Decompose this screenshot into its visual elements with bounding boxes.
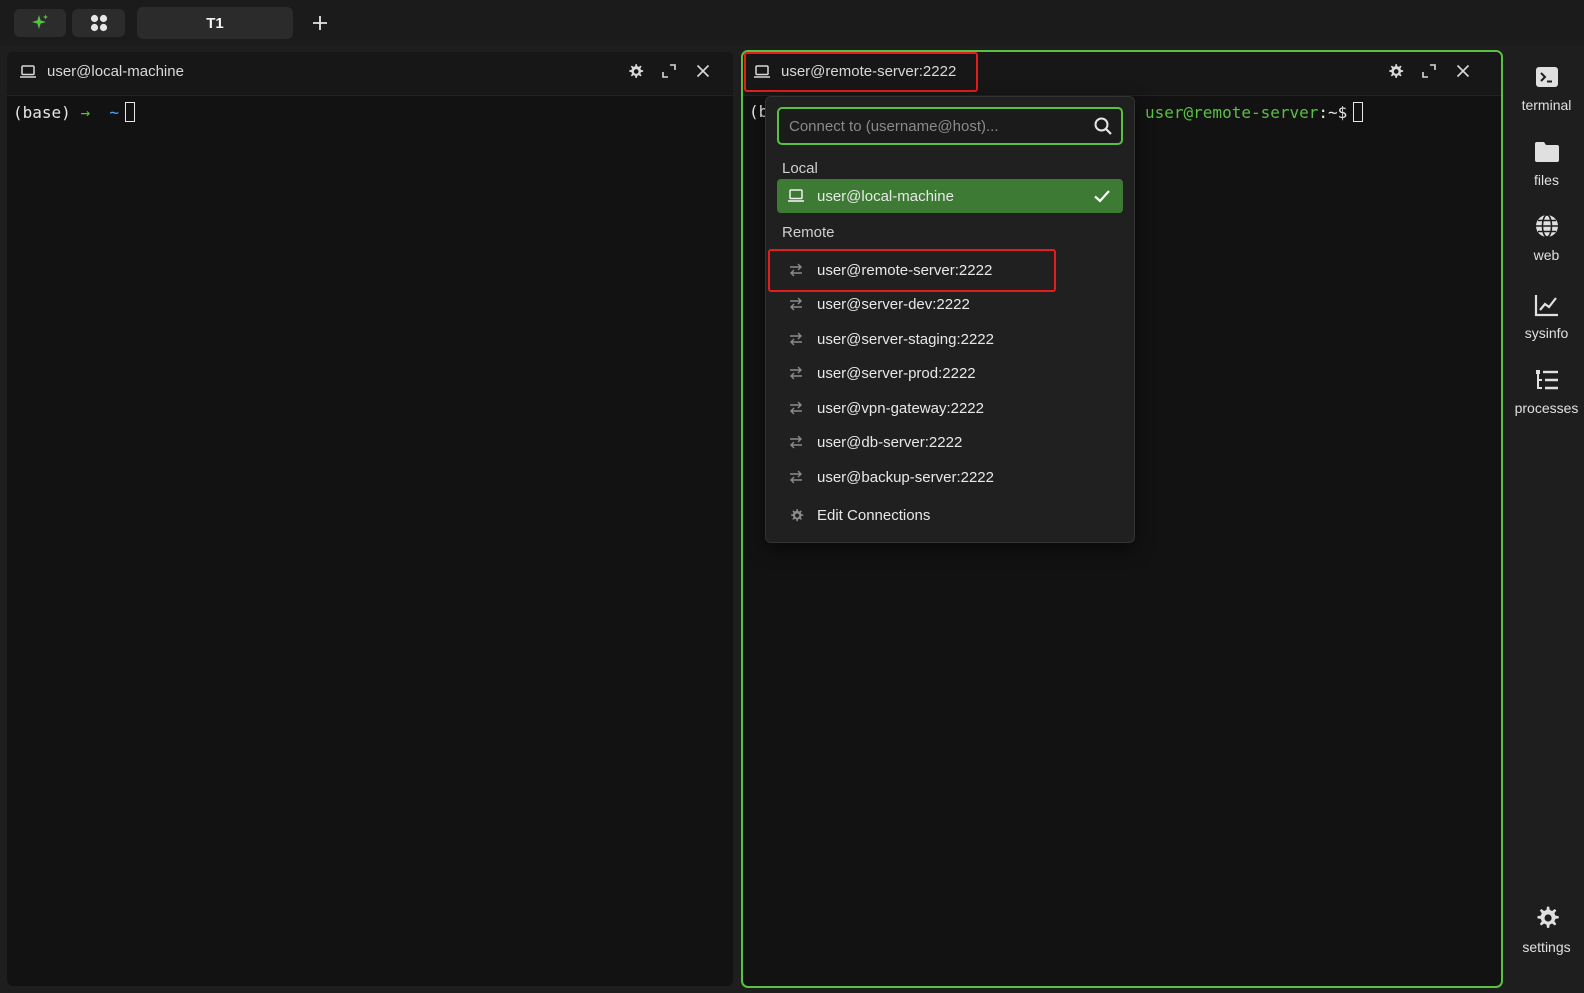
gear-icon (628, 63, 643, 78)
connection-search-input[interactable] (787, 109, 1083, 143)
connection-item-remote[interactable]: user@backup-server:2222 (777, 460, 1123, 494)
connection-label: user@server-prod:2222 (817, 364, 976, 382)
close-icon (1456, 64, 1470, 78)
pane-connection-button[interactable]: user@remote-server:2222 (753, 63, 956, 80)
app-logo-button[interactable] (14, 9, 66, 37)
connection-label: user@remote-server:2222 (817, 261, 993, 279)
connection-item-remote[interactable]: user@server-dev:2222 (777, 287, 1123, 321)
swap-arrows-icon (787, 364, 805, 382)
sidebar-item-label: processes (1514, 400, 1579, 416)
connection-search-box (777, 107, 1123, 145)
pane-close-button[interactable] (693, 61, 713, 81)
prompt-path: :~$ (1318, 103, 1348, 122)
maximize-icon (662, 64, 676, 78)
pane-title: user@local-machine (47, 63, 184, 80)
laptop-icon (754, 64, 770, 78)
connection-item-local[interactable]: user@local-machine (777, 179, 1123, 213)
prompt-env: (base) (13, 103, 71, 122)
pane-maximize-button[interactable] (1419, 61, 1439, 81)
connection-item-remote[interactable]: user@vpn-gateway:2222 (777, 391, 1123, 425)
add-tab-button[interactable] (306, 9, 334, 37)
list-icon (1535, 370, 1558, 390)
pane-close-button[interactable] (1453, 61, 1473, 81)
chart-icon (1534, 295, 1558, 317)
prompt-arrow: → (80, 103, 91, 122)
swap-arrows-icon (787, 433, 805, 451)
connection-label: user@backup-server:2222 (817, 468, 994, 486)
pane-header: user@remote-server:2222 (743, 52, 1501, 96)
sidebar-item-settings[interactable]: settings (1509, 905, 1584, 955)
pane-maximize-button[interactable] (659, 61, 679, 81)
sidebar-item-label: sysinfo (1524, 325, 1569, 341)
section-label-local: Local (782, 160, 818, 177)
check-icon (1094, 190, 1110, 203)
connection-label: user@db-server:2222 (817, 433, 963, 451)
swap-arrows-icon (787, 468, 805, 486)
terminal-pane-local[interactable]: user@local-machine (base) → ~ (7, 52, 733, 986)
prompt-host: user@remote-server (1145, 103, 1319, 122)
pane-connection-button[interactable]: user@local-machine (19, 63, 184, 80)
connection-label: user@server-staging:2222 (817, 330, 994, 348)
pane-header: user@local-machine (7, 52, 733, 96)
sidebar-item-terminal[interactable]: terminal (1509, 65, 1584, 113)
search-icon[interactable] (1093, 116, 1113, 136)
sparkle-icon (32, 14, 48, 29)
swap-arrows-icon (787, 261, 805, 279)
maximize-icon (1422, 64, 1436, 78)
close-icon (696, 64, 710, 78)
edit-connections-button[interactable]: Edit Connections (777, 498, 1123, 532)
pane-title: user@remote-server:2222 (781, 63, 957, 80)
pane-settings-button[interactable] (1385, 61, 1405, 81)
tab-t1[interactable]: T1 (137, 7, 293, 39)
swap-arrows-icon (787, 330, 805, 348)
connection-item-remote[interactable]: user@remote-server:2222 (777, 253, 1123, 287)
globe-icon (1535, 214, 1558, 238)
prompt-dir: ~ (109, 103, 119, 122)
plus-icon (313, 16, 327, 30)
terminal-icon (1535, 67, 1558, 87)
gear-icon (787, 506, 805, 524)
tab-bar: T1 (0, 0, 1584, 45)
sidebar-item-label: web (1533, 247, 1560, 263)
connection-label: user@server-dev:2222 (817, 295, 970, 313)
sidebar-item-label: files (1534, 172, 1559, 188)
workspace-switcher-button[interactable] (72, 9, 125, 37)
widget-sidebar: terminal files web sysinfo processes set… (1509, 45, 1584, 993)
laptop-icon (20, 64, 36, 78)
terminal-prompt-line: (base) → ~ (13, 102, 135, 122)
folder-icon (1534, 142, 1559, 162)
sidebar-item-sysinfo[interactable]: sysinfo (1509, 293, 1584, 341)
sidebar-item-files[interactable]: files (1509, 140, 1584, 188)
terminal-cursor (124, 102, 135, 122)
connection-item-remote[interactable]: user@db-server:2222 (777, 425, 1123, 459)
gear-icon (1388, 63, 1403, 78)
section-label-remote: Remote (782, 224, 835, 241)
swap-arrows-icon (787, 399, 805, 417)
sidebar-item-web[interactable]: web (1509, 213, 1584, 263)
terminal-cursor (1353, 102, 1364, 122)
gear-icon (1536, 906, 1559, 928)
sidebar-item-label: settings (1522, 939, 1571, 955)
swap-arrows-icon (787, 295, 805, 313)
sidebar-item-label: terminal (1521, 97, 1572, 113)
pane-settings-button[interactable] (625, 61, 645, 81)
sidebar-item-processes[interactable]: processes (1509, 368, 1584, 416)
connection-label: user@vpn-gateway:2222 (817, 399, 984, 417)
terminal-prompt-line: user@remote-server:~$ (1145, 102, 1364, 122)
connection-item-remote[interactable]: user@server-staging:2222 (777, 322, 1123, 356)
laptop-icon (787, 187, 805, 205)
connection-label: user@local-machine (817, 187, 954, 205)
connection-item-remote[interactable]: user@server-prod:2222 (777, 356, 1123, 390)
edit-connections-label: Edit Connections (817, 506, 931, 524)
connection-dropdown: Local user@local-machine Remote user@rem… (765, 96, 1135, 543)
grid-icon (90, 14, 107, 32)
